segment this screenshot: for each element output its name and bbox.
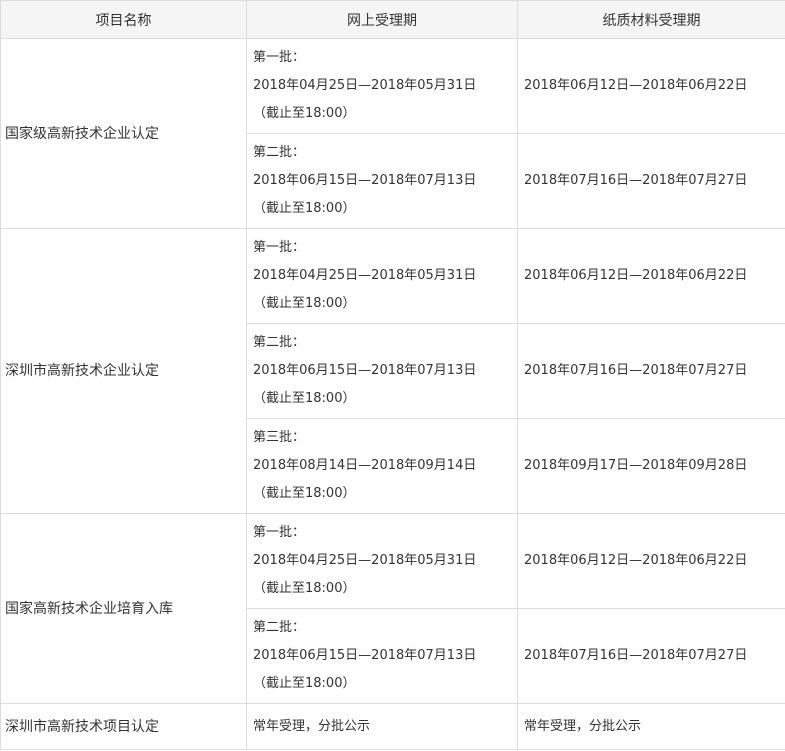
online-period-cell: 常年受理，分批公示 xyxy=(246,703,518,750)
online-period-cell: 第二批： 2018年06月15日—2018年07月13日 （截止至18:00） xyxy=(246,323,518,419)
online-date-range: 2018年08月14日—2018年09月14日 xyxy=(253,458,477,473)
paper-period-cell: 2018年06月12日—2018年06月22日 xyxy=(517,228,785,324)
deadline-note: （截止至18:00） xyxy=(253,486,356,501)
deadline-note: （截止至18:00） xyxy=(253,106,356,121)
paper-period-cell: 2018年07月16日—2018年07月27日 xyxy=(517,608,785,704)
paper-period-cell: 常年受理，分批公示 xyxy=(517,703,785,750)
project-name-cell: 深圳市高新技术企业认定 xyxy=(0,228,247,514)
paper-period-cell: 2018年07月16日—2018年07月27日 xyxy=(517,133,785,229)
batch-label: 第二批： xyxy=(253,145,306,160)
table-row: 国家高新技术企业培育入库 第一批： 2018年04月25日—2018年05月31… xyxy=(0,513,785,704)
deadline-note: （截止至18:00） xyxy=(253,676,356,691)
online-period-cell: 第一批： 2018年04月25日—2018年05月31日 （截止至18:00） xyxy=(246,513,518,609)
paper-period-cell: 2018年07月16日—2018年07月27日 xyxy=(517,323,785,419)
batch-label: 第一批： xyxy=(253,525,306,540)
online-period-cell: 第一批： 2018年04月25日—2018年05月31日 （截止至18:00） xyxy=(246,228,518,324)
table-row: 深圳市高新技术企业认定 第一批： 2018年04月25日—2018年05月31日… xyxy=(0,228,785,514)
table-row: 深圳市高新技术项目认定 常年受理，分批公示 常年受理，分批公示 xyxy=(0,703,785,750)
table-header-row: 项目名称 网上受理期 纸质材料受理期 xyxy=(0,0,785,39)
online-period-cell: 第一批： 2018年04月25日—2018年05月31日 （截止至18:00） xyxy=(246,38,518,134)
batch-label: 第二批： xyxy=(253,620,306,635)
online-period-cell: 第二批： 2018年06月15日—2018年07月13日 （截止至18:00） xyxy=(246,608,518,704)
project-name-cell: 国家级高新技术企业认定 xyxy=(0,38,247,229)
deadline-note: （截止至18:00） xyxy=(253,391,356,406)
online-date-range: 2018年04月25日—2018年05月31日 xyxy=(253,553,477,568)
online-date-range: 2018年04月25日—2018年05月31日 xyxy=(253,268,477,283)
batch-label: 第一批： xyxy=(253,240,306,255)
paper-period-cell: 2018年09月17日—2018年09月28日 xyxy=(517,418,785,514)
acceptance-schedule-table: 项目名称 网上受理期 纸质材料受理期 国家级高新技术企业认定 第一批： 2018… xyxy=(0,0,785,750)
header-paper-period: 纸质材料受理期 xyxy=(517,0,785,39)
paper-period-cell: 2018年06月12日—2018年06月22日 xyxy=(517,38,785,134)
batch-label: 第三批： xyxy=(253,430,306,445)
project-name-cell: 国家高新技术企业培育入库 xyxy=(0,513,247,704)
online-date-range: 2018年06月15日—2018年07月13日 xyxy=(253,648,477,663)
deadline-note: （截止至18:00） xyxy=(253,201,356,216)
header-project-name: 项目名称 xyxy=(0,0,247,39)
batch-label: 第一批： xyxy=(253,50,306,65)
online-date-range: 2018年06月15日—2018年07月13日 xyxy=(253,363,477,378)
paper-period-cell: 2018年06月12日—2018年06月22日 xyxy=(517,513,785,609)
deadline-note: （截止至18:00） xyxy=(253,296,356,311)
deadline-note: （截止至18:00） xyxy=(253,581,356,596)
project-name-cell: 深圳市高新技术项目认定 xyxy=(0,703,247,750)
online-date-range: 2018年04月25日—2018年05月31日 xyxy=(253,78,477,93)
table-row: 国家级高新技术企业认定 第一批： 2018年04月25日—2018年05月31日… xyxy=(0,38,785,229)
online-period-cell: 第三批： 2018年08月14日—2018年09月14日 （截止至18:00） xyxy=(246,418,518,514)
online-period-cell: 第二批： 2018年06月15日—2018年07月13日 （截止至18:00） xyxy=(246,133,518,229)
header-online-period: 网上受理期 xyxy=(246,0,518,39)
batch-label: 第二批： xyxy=(253,335,306,350)
online-date-range: 2018年06月15日—2018年07月13日 xyxy=(253,173,477,188)
